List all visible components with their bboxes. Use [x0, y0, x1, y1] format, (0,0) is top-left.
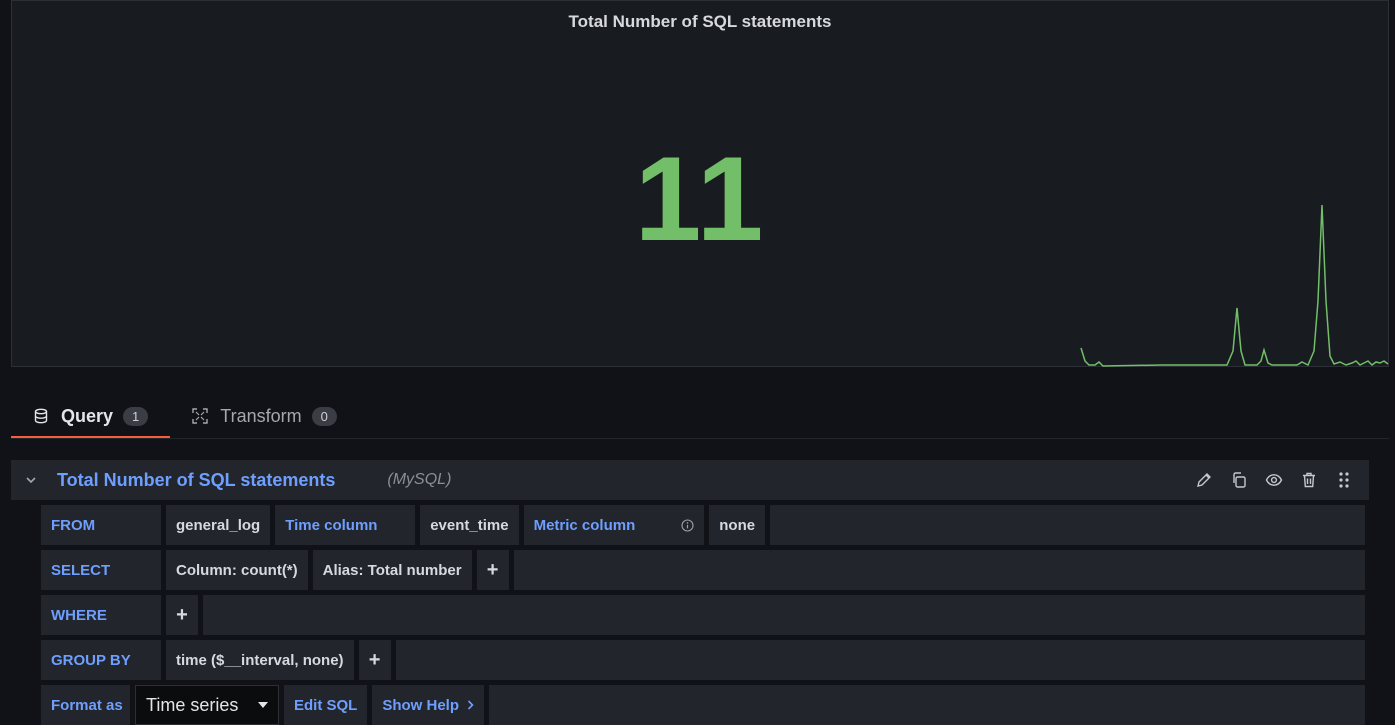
drag-handle-icon[interactable] [1333, 469, 1355, 491]
select-keyword: SELECT [41, 550, 161, 590]
query-editor: Total Number of SQL statements (MySQL) F… [11, 440, 1389, 725]
where-row-filler [203, 595, 1365, 635]
query-actions [1193, 460, 1355, 500]
pencil-icon[interactable] [1193, 469, 1215, 491]
transform-icon [192, 408, 208, 424]
where-row: WHERE + [41, 595, 1365, 635]
select-alias[interactable]: Alias: Total number [312, 550, 472, 590]
select-row: SELECT Column: count(*) Alias: Total num… [41, 550, 1365, 590]
table-selector[interactable]: general_log [166, 505, 271, 545]
format-row-filler [489, 685, 1365, 725]
copy-icon[interactable] [1228, 469, 1250, 491]
format-select[interactable]: Time series [135, 685, 279, 725]
select-row-filler [513, 550, 1365, 590]
group-by-value[interactable]: time ($__interval, none) [166, 640, 354, 680]
where-keyword: WHERE [41, 595, 161, 635]
tab-query-count: 1 [123, 406, 149, 426]
tab-query-label: Query [61, 405, 114, 426]
add-group-by-button[interactable]: + [358, 640, 391, 680]
from-row-filler [770, 505, 1365, 545]
query-tabs: Query 1 Transform 0 [11, 396, 359, 439]
format-row: Format as Time series Edit SQL Show Help [41, 685, 1365, 725]
chevron-right-icon [467, 700, 474, 710]
tab-transform-label: Transform [220, 405, 302, 426]
select-column[interactable]: Column: count(*) [166, 550, 308, 590]
show-help-label: Show Help [382, 696, 460, 714]
metric-column-label: Metric column [523, 505, 705, 545]
group-by-row-filler [395, 640, 1365, 680]
query-name[interactable]: Total Number of SQL statements [57, 470, 335, 491]
info-icon[interactable] [681, 518, 694, 532]
group-by-row: GROUP BY time ($__interval, none) + [41, 640, 1365, 680]
stat-panel: Total Number of SQL statements 11 [11, 0, 1389, 367]
query-row-header: Total Number of SQL statements (MySQL) [11, 460, 1369, 500]
show-help-button[interactable]: Show Help [372, 685, 485, 725]
from-keyword: FROM [41, 505, 161, 545]
trash-icon[interactable] [1298, 469, 1320, 491]
tab-transform-count: 0 [311, 406, 337, 426]
metric-column-selector[interactable]: none [709, 505, 766, 545]
group-by-keyword: GROUP BY [41, 640, 161, 680]
add-where-button[interactable]: + [166, 595, 198, 635]
add-select-button[interactable]: + [476, 550, 509, 590]
metric-column-label-text: Metric column [533, 516, 636, 534]
caret-down-icon [258, 699, 268, 711]
time-column-selector[interactable]: event_time [420, 505, 519, 545]
tab-query[interactable]: Query 1 [11, 396, 171, 439]
edit-sql-button[interactable]: Edit SQL [284, 685, 368, 725]
format-keyword: Format as [41, 685, 130, 725]
tab-divider [11, 438, 1389, 439]
database-icon [33, 408, 49, 424]
format-select-value: Time series [146, 694, 239, 715]
stat-value: 11 [634, 132, 766, 266]
datasource-name: (MySQL) [387, 471, 452, 488]
eye-icon[interactable] [1263, 469, 1285, 491]
from-row: FROM general_log Time column event_time … [41, 505, 1365, 545]
chevron-down-icon[interactable] [11, 474, 51, 486]
time-column-label: Time column [275, 505, 416, 545]
tab-transform[interactable]: Transform 0 [170, 396, 359, 436]
